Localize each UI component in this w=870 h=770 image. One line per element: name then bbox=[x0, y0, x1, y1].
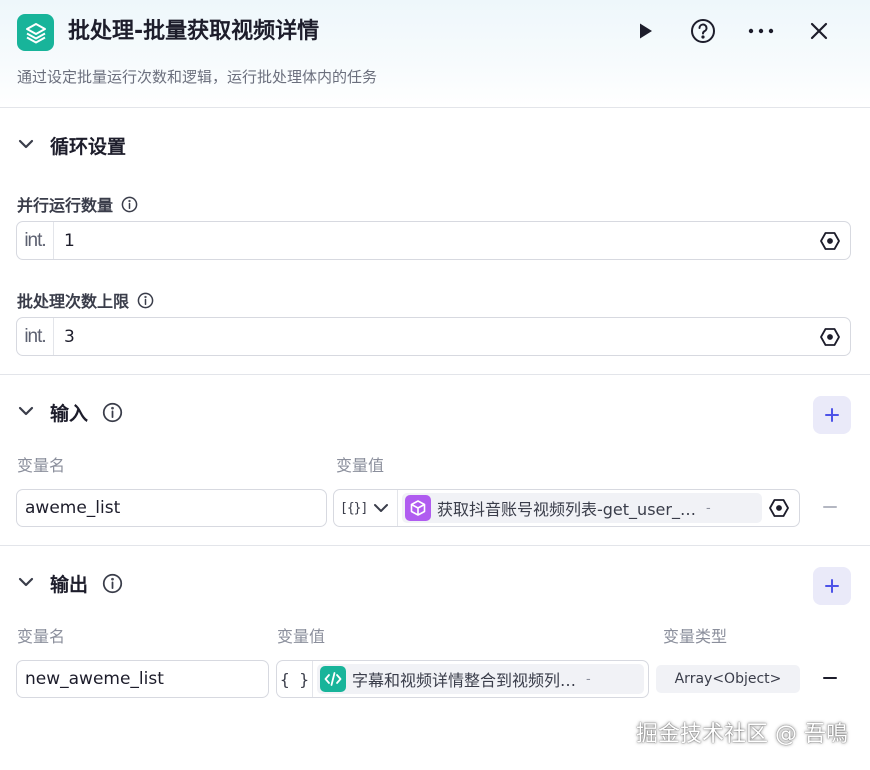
watermark: 掘金技术社区 @ 吾鳴 bbox=[636, 722, 848, 747]
object-type-badge: { } bbox=[277, 661, 313, 697]
input-value[interactable]: 3 bbox=[54, 327, 810, 347]
remove-input-button[interactable] bbox=[822, 499, 838, 519]
output-variable-name[interactable]: new_aweme_list bbox=[16, 660, 269, 698]
reference-text: 获取抖音账号视频列表-get_user_… bbox=[437, 500, 696, 519]
limit-label-row: 批处理次数上限 bbox=[17, 288, 154, 312]
column-header-name: 变量名 bbox=[17, 627, 66, 646]
type-selector[interactable]: [{}] bbox=[334, 490, 398, 526]
play-icon bbox=[640, 23, 652, 39]
batch-limit-input[interactable]: int. 3 bbox=[16, 317, 851, 356]
section-title: 循环设置 bbox=[50, 136, 127, 158]
page-title: 批处理-批量获取视频详情 bbox=[68, 19, 320, 44]
input-section: 输入 变量名 变量值 aweme_list [{}] 获取抖音账号视频列表-ge… bbox=[0, 375, 870, 546]
loop-settings-header[interactable]: 循环设置 bbox=[0, 108, 870, 186]
variable-ref-button[interactable] bbox=[810, 230, 850, 252]
type-badge: int. bbox=[17, 318, 54, 355]
layers-icon bbox=[17, 14, 54, 51]
output-variable-value[interactable]: { } 字幕和视频详情整合到视频列… - bbox=[276, 660, 649, 698]
add-output-button[interactable] bbox=[813, 567, 851, 605]
variable-ref-button[interactable] bbox=[768, 497, 790, 519]
more-icon bbox=[748, 28, 774, 34]
section-title: 输出 bbox=[50, 574, 89, 596]
reference-chip[interactable]: 字幕和视频详情整合到视频列… - bbox=[317, 664, 644, 694]
column-header-name: 变量名 bbox=[17, 456, 66, 475]
node-header: 批处理-批量获取视频详情 通过设定批量运行次数和逻辑，运行批处理体内的任务 bbox=[0, 0, 870, 108]
minus-icon bbox=[823, 506, 837, 508]
array-object-icon: [{}] bbox=[340, 500, 368, 516]
variable-ref-button[interactable] bbox=[810, 326, 850, 348]
info-icon[interactable] bbox=[102, 573, 123, 594]
add-input-button[interactable] bbox=[813, 396, 851, 434]
variable-icon bbox=[820, 231, 840, 250]
minus-icon bbox=[823, 677, 837, 679]
plus-icon bbox=[825, 408, 839, 422]
chevron-down-icon bbox=[18, 577, 34, 587]
reference-chip[interactable]: 获取抖音账号视频列表-get_user_… - bbox=[402, 493, 762, 523]
variable-icon bbox=[769, 499, 789, 517]
page-subtitle: 通过设定批量运行次数和逻辑，运行批处理体内的任务 bbox=[17, 68, 378, 86]
input-header[interactable]: 输入 bbox=[0, 375, 870, 453]
loop-settings-section: 循环设置 并行运行数量 int. 1 批处理次数上限 int. 3 bbox=[0, 108, 870, 375]
plugin-cube-icon bbox=[405, 495, 431, 521]
help-button[interactable] bbox=[674, 14, 732, 48]
close-button[interactable] bbox=[790, 14, 848, 48]
help-icon bbox=[691, 19, 715, 43]
chevron-down-icon bbox=[18, 406, 34, 416]
info-icon[interactable] bbox=[102, 402, 123, 423]
input-variable-value[interactable]: [{}] 获取抖音账号视频列表-get_user_… - bbox=[333, 489, 800, 527]
input-value[interactable]: 1 bbox=[54, 231, 810, 251]
reference-dash: - bbox=[586, 671, 591, 687]
chevron-down-icon bbox=[18, 139, 34, 149]
output-type-tag: Array<Object> bbox=[656, 665, 800, 693]
column-header-value: 变量值 bbox=[336, 456, 385, 475]
parallel-count-input[interactable]: int. 1 bbox=[16, 221, 851, 260]
close-icon bbox=[810, 22, 828, 40]
more-button[interactable] bbox=[732, 14, 790, 48]
field-label: 并行运行数量 bbox=[17, 196, 114, 215]
field-label: 批处理次数上限 bbox=[17, 292, 130, 311]
remove-output-button[interactable] bbox=[822, 670, 838, 690]
section-title: 输入 bbox=[50, 403, 89, 425]
column-header-type: 变量类型 bbox=[663, 627, 728, 646]
info-icon[interactable] bbox=[137, 292, 154, 309]
variable-icon bbox=[820, 327, 840, 346]
run-button[interactable] bbox=[616, 14, 674, 48]
braces-icon: { } bbox=[280, 669, 309, 689]
output-header[interactable]: 输出 bbox=[0, 546, 870, 624]
parallel-label-row: 并行运行数量 bbox=[17, 192, 138, 216]
info-icon[interactable] bbox=[121, 196, 138, 213]
reference-text: 字幕和视频详情整合到视频列… bbox=[352, 671, 577, 690]
code-icon bbox=[320, 666, 346, 692]
column-header-value: 变量值 bbox=[277, 627, 326, 646]
input-variable-name[interactable]: aweme_list bbox=[16, 489, 327, 527]
type-badge: int. bbox=[17, 222, 54, 259]
reference-dash: - bbox=[705, 500, 711, 516]
plus-icon bbox=[825, 579, 839, 593]
chevron-down-icon bbox=[374, 504, 389, 512]
